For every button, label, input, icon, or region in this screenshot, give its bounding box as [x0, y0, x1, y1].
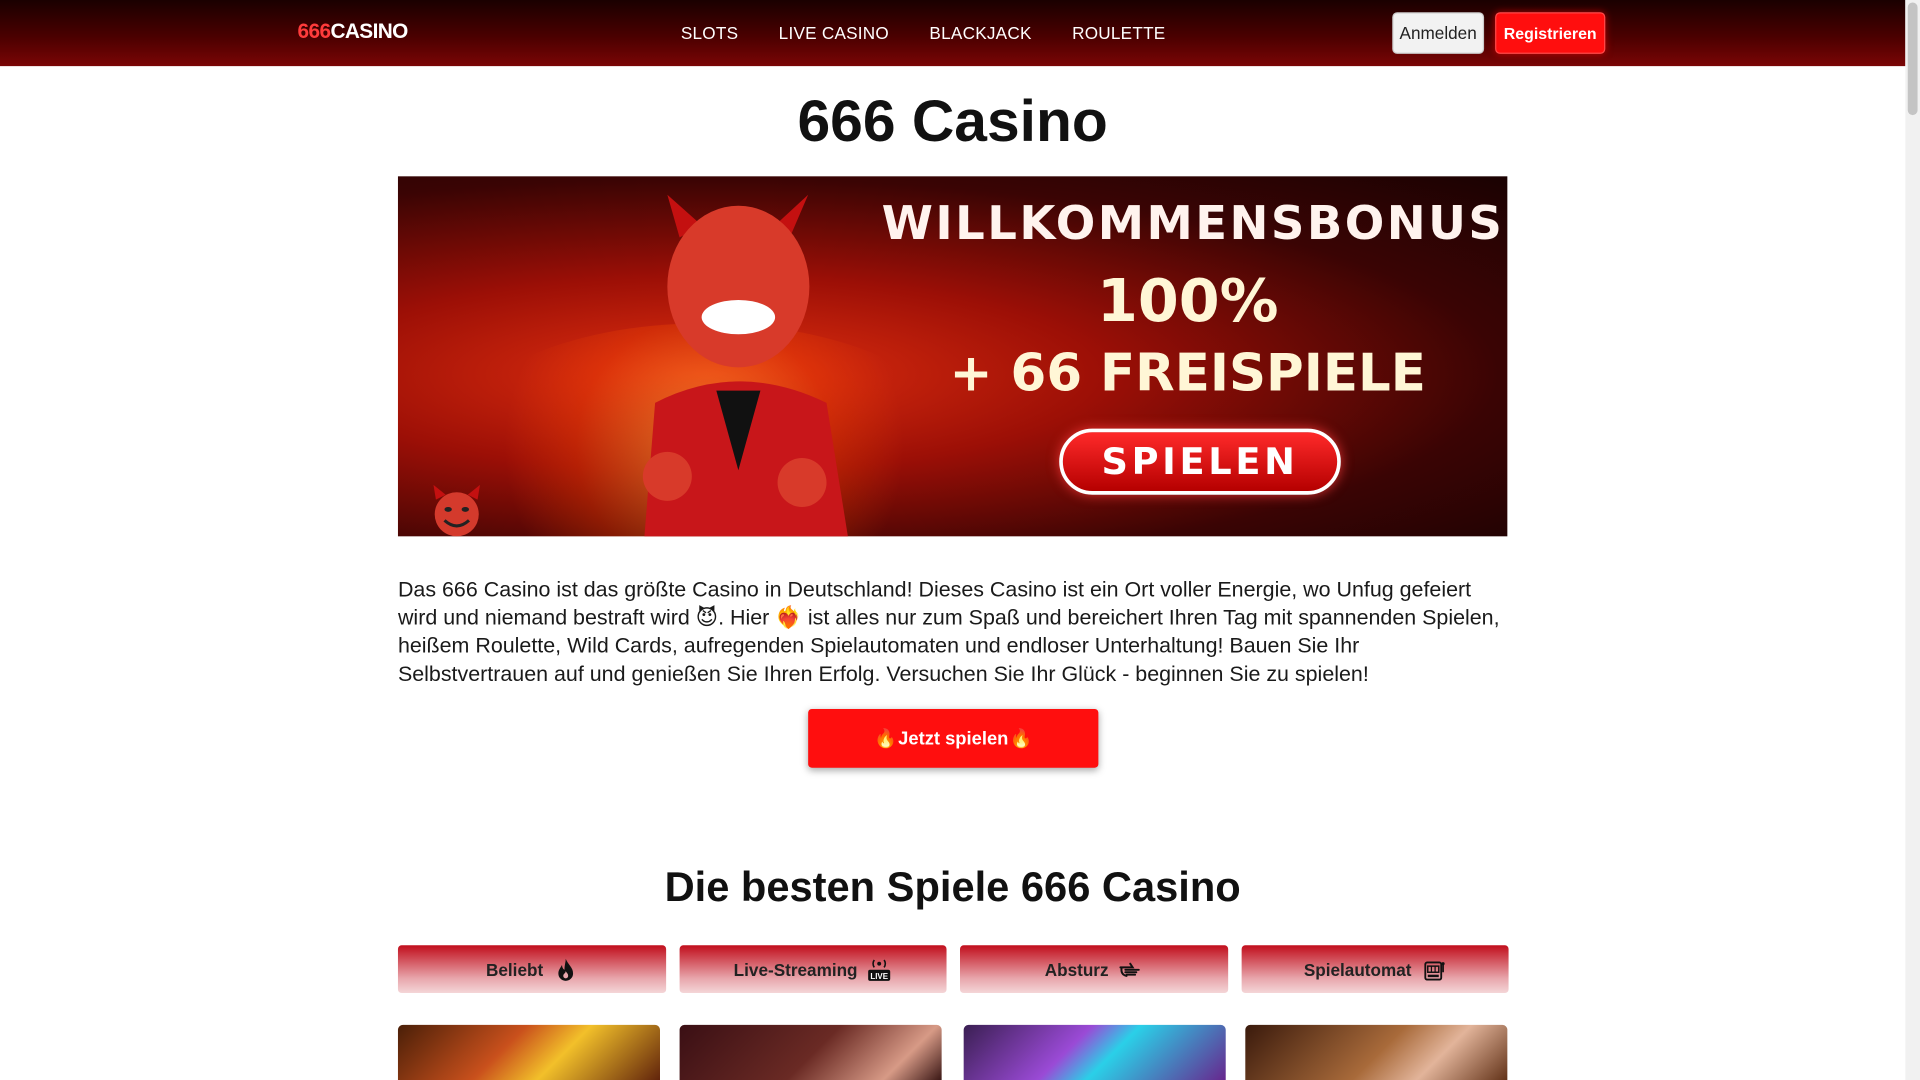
game-card[interactable]	[1245, 1024, 1508, 1080]
intro-paragraph: Das 666 Casino ist das größte Casino in …	[398, 576, 1512, 689]
main-nav: SLOTS LIVE CASINO BLACKJACK ROULETTE	[661, 0, 1206, 66]
tab-label: Spielautomat	[1303, 959, 1412, 979]
tab-label: Beliebt	[486, 959, 544, 979]
game-card[interactable]	[679, 1024, 942, 1080]
bonus-percent: 100%	[1096, 266, 1279, 336]
tab-slot-machine[interactable]: Spielautomat	[1241, 945, 1509, 994]
best-games-title: Die besten Spiele 666 Casino	[664, 864, 1241, 912]
bonus-title: WILLKOMMENSBONUS	[881, 195, 1505, 250]
welcome-bonus-banner[interactable]: WILLKOMMENSBONUS 100% + 66 FREISPIELE SP…	[397, 176, 1508, 537]
smiling-devil-icon: 😈	[695, 604, 719, 630]
nav-item-live-casino[interactable]: LIVE CASINO	[779, 23, 889, 43]
nav-item-blackjack[interactable]: BLACKJACK	[929, 23, 1031, 43]
nav-item-roulette[interactable]: ROULETTE	[1072, 23, 1165, 43]
register-button[interactable]: Registrieren	[1495, 12, 1606, 54]
tab-label: Absturz	[1044, 959, 1109, 979]
bonus-free-spins: + 66 FREISPIELE	[949, 342, 1426, 403]
play-now-label: Jetzt spielen	[898, 727, 1009, 749]
play-now-button[interactable]: 🔥 Jetzt spielen 🔥	[808, 708, 1099, 768]
slot-machine-icon	[1424, 960, 1445, 980]
game-card[interactable]	[963, 1024, 1226, 1080]
tab-popular[interactable]: Beliebt	[397, 945, 666, 994]
game-category-tabs: Beliebt Live-Streaming LIVE Absturz Spie…	[397, 945, 1509, 994]
fire-icon: 🔥	[1009, 728, 1033, 750]
game-card[interactable]	[397, 1024, 661, 1080]
banner-play-button[interactable]: SPIELEN	[1059, 428, 1341, 495]
intro-text-2: . Hier	[718, 604, 776, 630]
live-icon: LIVE	[868, 958, 891, 980]
devil-host-illustration	[642, 194, 848, 537]
svg-text:LIVE: LIVE	[871, 971, 889, 980]
login-button[interactable]: Anmelden	[1392, 12, 1485, 54]
logo-number: 666	[297, 19, 332, 43]
scrollbar[interactable]	[1905, 0, 1920, 1080]
logo[interactable]: 666CASINO	[297, 19, 409, 44]
tab-crash[interactable]: Absturz	[960, 945, 1228, 994]
pointing-hand-icon	[1119, 962, 1141, 977]
tab-live-streaming[interactable]: Live-Streaming LIVE	[678, 945, 947, 994]
nav-item-slots[interactable]: SLOTS	[681, 23, 738, 43]
page-title: 666 Casino	[797, 89, 1108, 155]
devil-face-icon	[433, 484, 481, 537]
flame-icon	[557, 958, 573, 981]
page: 666CASINO SLOTS LIVE CASINO BLACKJACK RO…	[0, 0, 1920, 1080]
top-navbar: 666CASINO SLOTS LIVE CASINO BLACKJACK RO…	[0, 0, 1906, 67]
game-grid	[397, 1024, 1509, 1080]
logo-text: CASINO	[330, 19, 408, 43]
scrollbar-thumb[interactable]	[1907, 2, 1918, 116]
fire-icon: 🔥	[874, 728, 897, 750]
heart-on-fire-icon: ❤️‍🔥	[775, 604, 802, 630]
tab-label: Live-Streaming	[733, 959, 858, 979]
